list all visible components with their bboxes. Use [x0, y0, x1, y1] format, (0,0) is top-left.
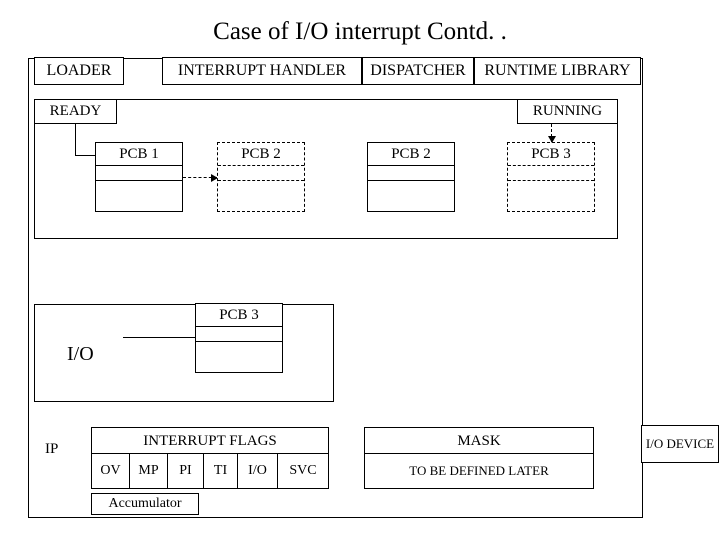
arrow-pcb1-to-pcb2	[183, 177, 217, 178]
pcb1-block: PCB 1	[95, 142, 183, 212]
pcb2-solid-row1	[368, 165, 454, 180]
pcb2-solid-label: PCB 2	[368, 143, 454, 165]
flag-ov: OV	[92, 454, 130, 488]
pcb2-dashed-row2	[218, 180, 304, 195]
memory-frame: LOADER INTERRUPT HANDLER DISPATCHER RUNT…	[28, 58, 643, 518]
pcb3-solid-block: PCB 3	[195, 303, 283, 373]
pcb3-dashed-row2	[508, 180, 594, 195]
pcb1-label: PCB 1	[96, 143, 182, 165]
ready-label: READY	[35, 100, 117, 124]
pcb1-row1	[96, 165, 182, 180]
flag-io: I/O	[238, 454, 278, 488]
pcb3-solid-row1	[196, 326, 282, 341]
accumulator-box: Accumulator	[91, 493, 199, 515]
flag-svc: SVC	[278, 454, 328, 488]
pcb3-dashed-block: PCB 3	[507, 142, 595, 212]
line-ready-to-pcb1	[75, 155, 95, 156]
pcb3-solid-row2	[196, 341, 282, 356]
io-device-box: I/O DEVICE	[641, 425, 719, 463]
flag-ti: TI	[204, 454, 238, 488]
mask-header: MASK	[365, 428, 593, 454]
interrupt-flags-row: OV MP PI TI I/O SVC	[92, 454, 328, 488]
dispatcher-module: DISPATCHER	[362, 57, 474, 85]
slide-title: Case of I/O interrupt Contd. .	[0, 18, 720, 46]
ip-label: IP	[45, 441, 58, 458]
pcb2-dashed-row1	[218, 165, 304, 180]
pcb2-solid-row2	[368, 180, 454, 195]
mask-box: MASK TO BE DEFINED LATER	[364, 427, 594, 489]
interrupt-flags-box: INTERRUPT FLAGS OV MP PI TI I/O SVC	[91, 427, 329, 489]
pcb2-solid-block: PCB 2	[367, 142, 455, 212]
mask-body: TO BE DEFINED LATER	[365, 454, 593, 488]
pcb2-dashed-block: PCB 2	[217, 142, 305, 212]
interrupt-handler-module: INTERRUPT HANDLER	[162, 57, 362, 85]
running-label: RUNNING	[517, 100, 617, 124]
pcb3-solid-label: PCB 3	[196, 304, 282, 326]
arrow-running-to-pcb3	[551, 124, 552, 142]
pcb3-dashed-row1	[508, 165, 594, 180]
line-io-to-pcb3	[123, 337, 195, 338]
io-label: I/O	[67, 343, 94, 366]
runtime-library-module: RUNTIME LIBRARY	[474, 57, 641, 85]
ready-queue-box: READY RUNNING PCB 1 PCB 2 PCB 2 PCB 3	[34, 99, 618, 239]
flag-mp: MP	[130, 454, 168, 488]
interrupt-flags-header: INTERRUPT FLAGS	[92, 428, 328, 454]
loader-module: LOADER	[34, 57, 124, 85]
io-queue-box: I/O PCB 3	[34, 304, 334, 402]
pcb2-dashed-label: PCB 2	[218, 143, 304, 165]
line-ready-stub	[75, 124, 76, 155]
flag-pi: PI	[168, 454, 204, 488]
pcb1-row2	[96, 180, 182, 195]
pcb3-dashed-label: PCB 3	[508, 143, 594, 165]
